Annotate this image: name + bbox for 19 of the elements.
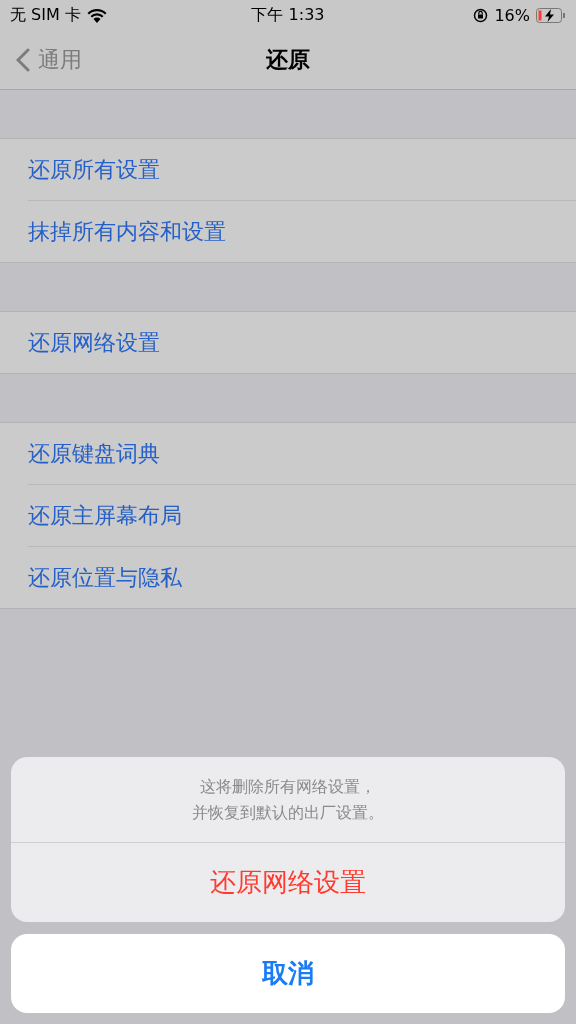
carrier-text: 无 SIM 卡: [10, 4, 81, 26]
sheet-message: 这将删除所有网络设置，: [200, 775, 376, 798]
settings-item[interactable]: 还原主屏幕布局: [28, 500, 182, 531]
rotation-lock-icon: [473, 7, 489, 23]
reset-button[interactable]: 还原网络设置: [11, 843, 565, 922]
settings-item[interactable]: 还原键盘词典: [28, 438, 160, 469]
settings-item[interactable]: 抹掉所有内容和设置: [28, 216, 226, 247]
status-time: 下午 1:33: [251, 4, 325, 26]
settings-item[interactable]: 还原所有设置: [28, 154, 160, 185]
battery-icon: [536, 7, 566, 23]
settings-item[interactable]: 还原网络设置: [28, 327, 160, 358]
cancel-button[interactable]: 取消: [11, 934, 565, 1013]
settings-item[interactable]: 还原位置与隐私: [28, 562, 182, 593]
back-button[interactable]: 通用: [0, 44, 82, 75]
battery-percent: 16%: [494, 5, 530, 25]
sheet-message: 并恢复到默认的出厂设置。: [192, 801, 384, 824]
chevron-icon: [16, 47, 30, 72]
wifi-icon: [86, 7, 107, 23]
page-title: 还原: [266, 45, 310, 74]
